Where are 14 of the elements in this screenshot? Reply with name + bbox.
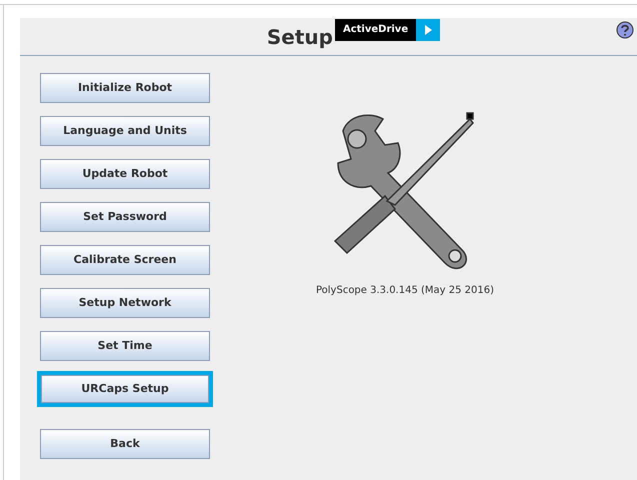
menu-button[interactable]: Setup Network xyxy=(40,288,210,318)
version-text: PolyScope 3.3.0.145 (May 25 2016) xyxy=(316,284,494,298)
menu-button[interactable]: Language and Units xyxy=(40,116,210,146)
menu-button[interactable]: Initialize Robot xyxy=(40,73,210,103)
menu-button[interactable]: Set Password xyxy=(40,202,210,232)
help-icon[interactable] xyxy=(616,21,634,39)
menu-button[interactable]: URCaps Setup xyxy=(37,371,213,407)
page-title: Setup xyxy=(266,24,333,50)
activedrive-label: ActiveDrive xyxy=(334,18,416,40)
menu-button[interactable]: Calibrate Screen xyxy=(40,245,210,275)
play-icon[interactable] xyxy=(416,18,440,40)
menu-button[interactable]: Back xyxy=(40,429,210,459)
menu-button[interactable]: Set Time xyxy=(40,331,210,361)
menu-button[interactable]: Update Robot xyxy=(40,159,210,189)
